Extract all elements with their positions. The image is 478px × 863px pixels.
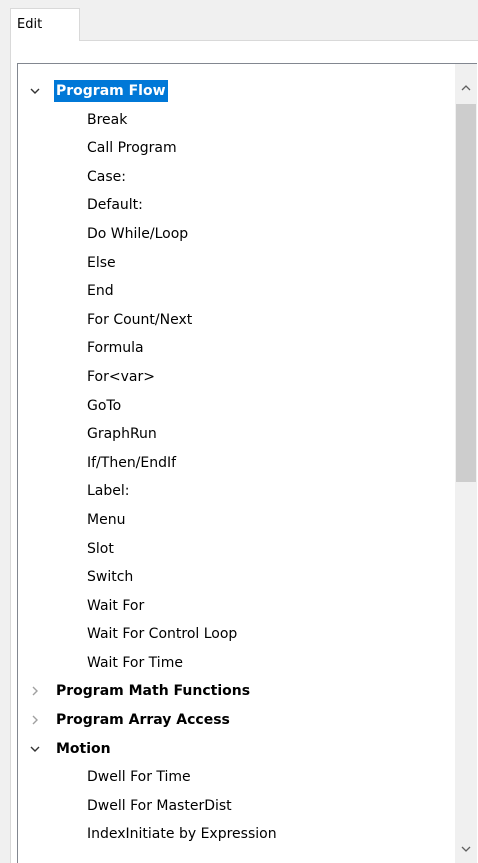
tree-item-label[interactable]: End xyxy=(87,277,114,306)
tree-item-label[interactable]: For<var> xyxy=(87,363,155,392)
tree-item-label[interactable]: Switch xyxy=(87,563,133,592)
tree-group-row[interactable]: Program Flow xyxy=(18,77,455,106)
tree-group-label[interactable]: Program Flow xyxy=(54,80,168,102)
tree-item-row[interactable]: End xyxy=(18,277,455,306)
tree-group-label[interactable]: Motion xyxy=(56,735,111,764)
tree-item-row[interactable]: Dwell For MasterDist xyxy=(18,792,455,821)
tree-item-row[interactable]: For Count/Next xyxy=(18,306,455,335)
tree-group-row[interactable]: Program Math Functions xyxy=(18,677,455,706)
tab-edit[interactable]: Edit xyxy=(10,8,80,41)
chevron-right-icon[interactable] xyxy=(26,677,44,705)
tree-group-row[interactable]: Motion xyxy=(18,735,455,764)
tree-item-row[interactable]: GraphRun xyxy=(18,420,455,449)
tree-group-label[interactable]: Program Math Functions xyxy=(56,677,250,706)
tree-item-row[interactable]: Menu xyxy=(18,506,455,535)
tree-item-label[interactable]: Dwell For Time xyxy=(87,763,191,792)
tree-item-label[interactable]: Call Program xyxy=(87,134,177,163)
tree-item-row[interactable]: IndexInitiate by Expression xyxy=(18,820,455,849)
tree-item-row[interactable]: Label: xyxy=(18,477,455,506)
tree-item-row[interactable]: Slot xyxy=(18,535,455,564)
tree-item-row[interactable]: Wait For xyxy=(18,592,455,621)
scrollbar-thumb[interactable] xyxy=(456,104,476,482)
tree-item-row[interactable]: For<var> xyxy=(18,363,455,392)
tree-item-label[interactable]: Case: xyxy=(87,163,126,192)
tree-item-row[interactable]: Do While/Loop xyxy=(18,220,455,249)
tree-item-label[interactable]: Do While/Loop xyxy=(87,220,188,249)
chevron-down-icon[interactable] xyxy=(26,735,44,763)
command-tree-view[interactable]: Program Flow Break Call Program Case: Defaul… xyxy=(17,63,477,863)
tree-item-label[interactable]: Slot xyxy=(87,535,114,564)
tree-list: Program Flow Break Call Program Case: Defaul… xyxy=(18,77,455,849)
tree-group-label[interactable]: Program Array Access xyxy=(56,706,230,735)
tree-item-label[interactable]: Dwell For MasterDist xyxy=(87,792,232,821)
tree-item-label[interactable]: Wait For Time xyxy=(87,649,183,678)
tree-item-label[interactable]: Formula xyxy=(87,334,144,363)
tree-item-label[interactable]: Menu xyxy=(87,506,125,535)
tree-item-row[interactable]: Else xyxy=(18,249,455,278)
chevron-right-icon[interactable] xyxy=(26,706,44,734)
tree-item-label[interactable]: Wait For Control Loop xyxy=(87,620,237,649)
tree-item-row[interactable]: Wait For Time xyxy=(18,649,455,678)
tree-item-label[interactable]: Default: xyxy=(87,191,143,220)
scroll-up-arrow-icon[interactable] xyxy=(455,78,477,98)
tree-item-label[interactable]: Label: xyxy=(87,477,130,506)
tree-item-row[interactable]: Dwell For Time xyxy=(18,763,455,792)
tree-item-row[interactable]: Formula xyxy=(18,334,455,363)
tree-item-label[interactable]: GoTo xyxy=(87,392,121,421)
tree-item-row[interactable]: Break xyxy=(18,106,455,135)
tree-item-row[interactable]: Case: xyxy=(18,163,455,192)
tree-item-row[interactable]: If/Then/EndIf xyxy=(18,449,455,478)
tree-item-label[interactable]: GraphRun xyxy=(87,420,157,449)
tree-item-label[interactable]: Else xyxy=(87,249,116,278)
tree-group-row[interactable]: Program Array Access xyxy=(18,706,455,735)
tree-item-row[interactable]: Default: xyxy=(18,191,455,220)
tree-item-label[interactable]: Break xyxy=(87,106,127,135)
tree-item-row[interactable]: Switch xyxy=(18,563,455,592)
tree-item-row[interactable]: Wait For Control Loop xyxy=(18,620,455,649)
tree-item-label[interactable]: IndexInitiate by Expression xyxy=(87,820,277,849)
scroll-down-arrow-icon[interactable] xyxy=(455,839,477,859)
tree-item-row[interactable]: GoTo xyxy=(18,392,455,421)
chevron-down-icon[interactable] xyxy=(26,77,44,105)
tree-item-row[interactable]: Call Program xyxy=(18,134,455,163)
tree-item-label[interactable]: If/Then/EndIf xyxy=(87,449,176,478)
vertical-scrollbar[interactable] xyxy=(455,64,477,863)
tree-item-label[interactable]: Wait For xyxy=(87,592,144,621)
tree-item-label[interactable]: For Count/Next xyxy=(87,306,192,335)
